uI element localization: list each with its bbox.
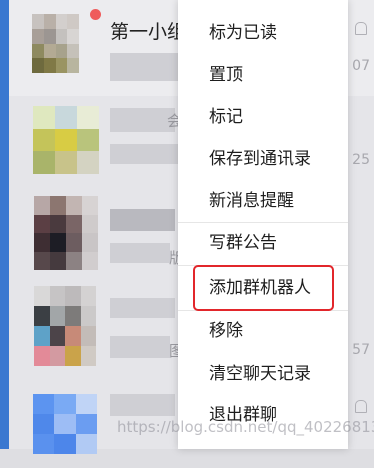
mute-icon: [355, 22, 367, 35]
menu-item-new-message-alert[interactable]: 新消息提醒: [178, 180, 348, 222]
group-avatar: [34, 286, 96, 366]
unread-dot: [90, 9, 101, 20]
group-avatar: [33, 394, 97, 454]
watermark-text: https://blog.csdn.net/qq_40226813: [117, 418, 374, 436]
message-preview: [110, 144, 180, 164]
annotation-highlight-box: [193, 265, 334, 311]
menu-item-remove[interactable]: 移除: [178, 310, 348, 352]
message-preview: [110, 336, 170, 358]
group-avatar: [33, 106, 99, 174]
chat-title-blurred: [110, 209, 175, 231]
timestamp: 25: [352, 152, 370, 168]
menu-item-mark-read[interactable]: 标为已读: [178, 12, 348, 54]
message-preview: [110, 243, 170, 263]
chat-title: 第一小组: [110, 21, 187, 43]
timestamp: 07: [352, 58, 370, 74]
menu-item-save-contacts[interactable]: 保存到通讯录: [178, 138, 348, 180]
menu-item-pin-top[interactable]: 置顶: [178, 54, 348, 96]
message-preview: [110, 53, 180, 81]
mute-icon: [355, 400, 367, 413]
chat-title-blurred: [110, 298, 175, 318]
left-accent-bar: [0, 0, 9, 449]
timestamp: 57: [352, 342, 370, 358]
group-avatar: [32, 14, 79, 73]
chat-title-blurred: [110, 394, 175, 416]
menu-item-write-announcement[interactable]: 写群公告: [178, 222, 348, 264]
group-avatar: [34, 196, 98, 270]
menu-item-clear-history[interactable]: 清空聊天记录: [178, 353, 348, 395]
menu-item-mark[interactable]: 标记: [178, 96, 348, 138]
chat-title-blurred: [110, 108, 175, 132]
context-menu: 标为已读 置顶 标记 保存到通讯录 新消息提醒 写群公告 添加群机器人 移除 清…: [178, 0, 348, 449]
